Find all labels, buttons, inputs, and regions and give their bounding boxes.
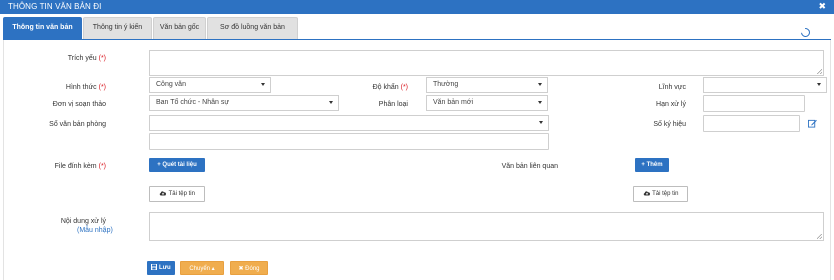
chevron-down-icon [538,83,542,86]
han-xu-ly-label: Hạn xử lý [656,101,686,108]
template-link[interactable]: (Mẫu nhập) [77,227,113,234]
van-ban-lien-quan-label: Văn bản liên quan [501,163,558,170]
so-van-ban-phong-label: Sổ văn bản phòng [49,121,106,128]
edit-icon[interactable] [808,119,817,128]
phan-loai-select[interactable]: Văn bản mới [426,95,548,111]
upload-attachment-button[interactable]: Tải tệp tin [149,186,205,202]
don-vi-soan-thao-label: Đơn vị soạn thảo [52,101,106,108]
file-dinh-kem-label: File đính kèm (*) [54,163,106,170]
chevron-down-icon [538,101,542,104]
chevron-down-icon [539,121,543,124]
tab-thong-tin-van-ban[interactable]: Thông tin văn bản [3,17,82,39]
hinh-thuc-label: Hình thức (*) [65,84,106,91]
trich-yeu-label: Trích yếu (*) [67,55,106,62]
dialog-title: THÔNG TIN VĂN BẢN ĐI [8,2,102,11]
so-van-ban-phong-extra-input[interactable] [149,133,549,150]
upload-related-file-button[interactable]: Tải tệp tin [633,186,688,202]
chevron-down-icon [261,83,265,86]
resize-handle-icon[interactable] [817,234,822,239]
linh-vuc-label: Lĩnh vực [658,84,686,91]
add-related-document-button[interactable]: + Thêm [635,158,669,172]
form-panel [3,40,831,280]
resize-handle-icon[interactable] [817,69,822,74]
so-ky-hieu-input[interactable] [703,115,800,132]
loading-spinner-icon [799,26,812,39]
close-icon[interactable]: ✖ [818,1,826,12]
tab-thong-tin-y-kien[interactable]: Thông tin ý kiến [83,17,152,39]
transfer-button[interactable]: Chuyển ▴ [180,261,224,275]
han-xu-ly-input[interactable] [703,95,805,112]
do-khan-select[interactable]: Thường [426,77,548,93]
trich-yeu-textarea[interactable] [149,50,824,76]
chevron-down-icon [329,101,333,104]
floppy-disk-icon [151,264,158,271]
noi-dung-xu-ly-textarea[interactable] [149,212,824,241]
so-van-ban-phong-select[interactable] [149,115,549,131]
chevron-down-icon [817,83,821,86]
close-button[interactable]: ✖ Đóng [230,261,268,275]
caret-up-icon: ▴ [211,266,215,272]
cloud-upload-icon [159,191,167,196]
scan-document-button[interactable]: + Quét tài liệu [149,158,205,172]
phan-loai-label: Phân loại [378,101,408,108]
do-khan-label: Độ khẩn (*) [372,84,408,91]
noi-dung-xu-ly-label: Nội dung xử lý [60,218,106,225]
linh-vuc-select[interactable] [703,77,827,93]
so-ky-hieu-label: Số ký hiệu [653,121,686,128]
tab-van-ban-goc[interactable]: Văn bản gốc [153,17,206,39]
tab-so-do-luong-van-ban[interactable]: Sơ đồ luồng văn bản [207,17,298,39]
save-button[interactable]: Lưu [147,261,175,275]
hinh-thuc-select[interactable]: Công văn [149,77,271,93]
dialog-titlebar: THÔNG TIN VĂN BẢN ĐI ✖ [0,0,834,14]
don-vi-soan-thao-select[interactable]: Ban Tổ chức - Nhân sự [149,95,339,111]
cloud-upload-icon [643,191,650,196]
